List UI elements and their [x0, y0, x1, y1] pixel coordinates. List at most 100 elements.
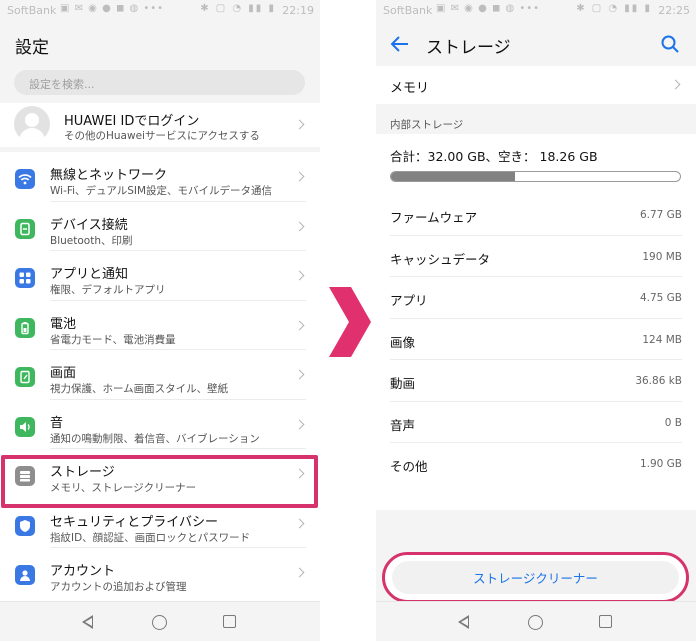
display-icon [15, 367, 35, 387]
storage-usage-fill [391, 172, 516, 181]
avatar [14, 106, 50, 142]
item-subtitle: 権限、デフォルトアプリ [50, 284, 166, 296]
page-title: 設定 [15, 38, 49, 58]
storage-screen: SoftBank ▣ ✉ ◉ ● ◼ ◍ ••• ✱ ▢ ◔ ▮▮ ▮ 22:2… [376, 0, 696, 641]
item-subtitle: 通知の鳴動制限、着信音、バイブレーション [50, 432, 260, 445]
storage-row-value: 36.86 kB [635, 375, 682, 387]
storage-row-label: ファームウェア [390, 210, 478, 225]
navigation-bar [376, 601, 696, 641]
system-status-icons: ✱ ▢ ◔ ▮▮ ▮ [576, 3, 652, 14]
settings-screen: SoftBank ▣ ✉ ◉ ● ◼ ◍ ••• ✱ ▢ ◔ ▮▮ ▮ 22:1… [0, 0, 320, 641]
storage-row-label: 動画 [390, 376, 416, 391]
chevron-right-icon [294, 221, 305, 231]
arrow-right-icon [329, 287, 371, 357]
status-bar: SoftBank ▣ ✉ ◉ ● ◼ ◍ ••• ✱ ▢ ◔ ▮▮ ▮ 22:2… [376, 0, 696, 22]
settings-item-apps[interactable]: アプリと通知 権限、デフォルトアプリ [0, 251, 320, 301]
settings-item-account[interactable]: アカウント アカウントの追加および管理 [0, 548, 320, 598]
back-arrow-icon[interactable] [390, 34, 410, 54]
storage-row-label: 音声 [390, 417, 416, 433]
item-subtitle: 省電力モード、電池消費量 [50, 333, 176, 346]
storage-row-cache[interactable]: キャッシュデータ 190 MB [376, 236, 696, 277]
storage-row-value: 190 MB [642, 250, 682, 263]
nav-back-icon[interactable] [82, 615, 93, 629]
memory-label: メモリ [390, 81, 430, 96]
nav-back-icon[interactable] [458, 615, 469, 629]
chevron-right-icon [294, 567, 305, 578]
storage-total-text: 合計：32.00 GB、空き： 18.26 GB [390, 149, 598, 164]
chevron-right-icon [294, 119, 305, 130]
notification-icons: ▣ ✉ ◉ ● ◼ ◍ ••• [436, 3, 541, 14]
huawei-id-login[interactable]: HUAWEI IDでログイン その他のHuaweiサービスにアクセスする [0, 103, 320, 147]
app-bar: ストレージ [376, 22, 696, 68]
navigation-bar [0, 601, 320, 641]
storage-row-apps[interactable]: アプリ 4.75 GB [376, 277, 696, 319]
item-title: アカウント [50, 564, 116, 579]
wifi-icon [15, 169, 35, 189]
account-title: HUAWEI IDでログイン [64, 114, 200, 129]
settings-item-sound[interactable]: 音 通知の鳴動制限、着信音、バイブレーション [0, 400, 320, 449]
memory-row[interactable]: メモリ [376, 66, 696, 104]
settings-list: 無線とネットワーク Wi-Fi、デュアルSIM設定、モバイルデータ通信 デバイス… [0, 152, 320, 602]
settings-item-display[interactable]: 画面 視力保護、ホーム画面スタイル、壁紙 [0, 350, 320, 400]
chevron-right-icon [294, 518, 305, 528]
chevron-right-icon [294, 320, 305, 330]
chevron-right-icon [294, 171, 305, 182]
cleaner-highlight-frame: ストレージクリーナー [382, 552, 689, 603]
status-bar: SoftBank ▣ ✉ ◉ ● ◼ ◍ ••• ✱ ▢ ◔ ▮▮ ▮ 22:1… [0, 0, 320, 22]
item-title: アプリと通知 [50, 267, 129, 282]
settings-item-battery[interactable]: 電池 省電力モード、電池消費量 [0, 301, 320, 350]
item-title: 画面 [50, 366, 77, 381]
storage-row-audio[interactable]: 音声 0 B [376, 402, 696, 443]
chevron-right-icon [294, 270, 305, 281]
device-connect-icon [15, 218, 35, 239]
nav-home-icon[interactable] [152, 615, 167, 630]
storage-row-images[interactable]: 画像 124 MB [376, 319, 696, 360]
item-subtitle: 指紋ID、顔認証、画面ロックとパスワード [50, 531, 251, 544]
storage-row-other[interactable]: その他 1.90 GB [376, 443, 696, 485]
chevron-right-icon [294, 419, 305, 429]
storage-row-value: 124 MB [642, 333, 682, 346]
item-subtitle: アカウントの追加および管理 [50, 581, 187, 593]
nav-recents-icon[interactable] [599, 615, 612, 628]
item-title: 無線とネットワーク [50, 168, 168, 183]
item-title: セキュリティとプライバシー [50, 514, 218, 530]
apps-icon [15, 268, 35, 288]
storage-row-value: 6.77 GB [639, 209, 682, 221]
item-title: デバイス接続 [50, 217, 128, 233]
storage-row-value: 4.75 GB [639, 292, 682, 304]
storage-row-label: その他 [390, 459, 428, 474]
storage-row-label: キャッシュデータ [390, 251, 491, 267]
settings-item-network[interactable]: 無線とネットワーク Wi-Fi、デュアルSIM設定、モバイルデータ通信 [0, 152, 320, 202]
storage-cleaner-button[interactable]: ストレージクリーナー [392, 561, 679, 594]
item-title: 音 [50, 415, 64, 431]
clock: 22:19 [282, 4, 314, 17]
settings-item-device-connect[interactable]: デバイス接続 Bluetooth、印刷 [0, 202, 320, 251]
shield-icon [15, 515, 35, 536]
account-icon [15, 565, 35, 585]
storage-row-videos[interactable]: 動画 36.86 kB [376, 360, 696, 402]
page-title: ストレージ [426, 38, 511, 58]
item-subtitle: Wi-Fi、デュアルSIM設定、モバイルデータ通信 [50, 185, 273, 197]
storage-row-firmware[interactable]: ファームウェア 6.77 GB [376, 194, 696, 236]
storage-row-value: 0 B [664, 416, 682, 429]
clock: 22:25 [658, 4, 690, 17]
system-status-icons: ✱ ▢ ◔ ▮▮ ▮ [200, 3, 276, 14]
storage-row-value: 1.90 GB [639, 458, 682, 470]
chevron-right-icon [670, 79, 681, 90]
carrier-label: SoftBank [7, 4, 57, 17]
internal-storage-label: 内部ストレージ [390, 119, 464, 131]
internal-storage-card: 合計：32.00 GB、空き： 18.26 GB ファームウェア 6.77 GB… [376, 134, 696, 510]
sound-icon [15, 416, 35, 437]
carrier-label: SoftBank [383, 4, 433, 17]
storage-row-label: 画像 [390, 334, 416, 350]
search-input[interactable]: 設定を検索... [14, 70, 305, 95]
nav-recents-icon[interactable] [223, 615, 236, 628]
search-icon[interactable] [660, 34, 680, 54]
storage-row-label: アプリ [390, 293, 428, 308]
battery-icon [15, 317, 35, 338]
item-subtitle: 視力保護、ホーム画面スタイル、壁紙 [50, 383, 229, 395]
item-title: 電池 [50, 316, 77, 332]
storage-usage-bar [390, 171, 681, 182]
item-subtitle: Bluetooth、印刷 [50, 234, 133, 247]
nav-home-icon[interactable] [528, 615, 543, 630]
